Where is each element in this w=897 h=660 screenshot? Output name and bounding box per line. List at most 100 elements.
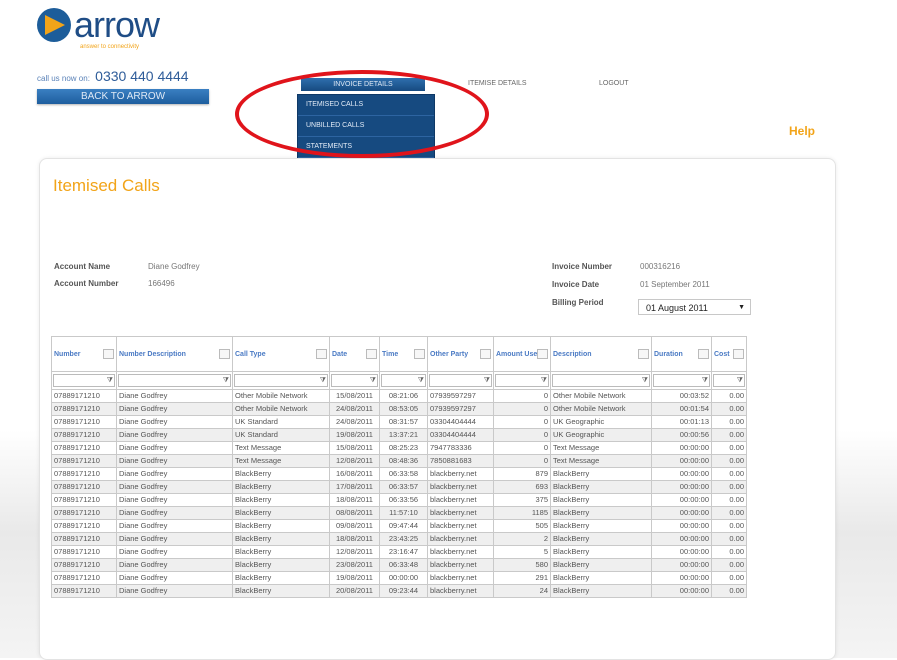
account-number-value: 166496 <box>148 279 175 288</box>
table-cell: Other Mobile Network <box>550 389 652 403</box>
table-cell: 23:16:47 <box>379 545 428 559</box>
table-cell: 00:00:00 <box>651 571 712 585</box>
table-row[interactable]: 07889171210 Diane Godfrey BlackBerry 19/08/… <box>51 571 747 585</box>
filter-icon[interactable]: ⧩ <box>702 375 708 387</box>
filter-icon[interactable]: ⧩ <box>484 375 490 387</box>
table-cell: 24/08/2011 <box>329 402 380 416</box>
table-cell: 0.00 <box>711 506 747 520</box>
column-header[interactable]: Number <box>51 336 117 372</box>
table-row[interactable]: 07889171210 Diane Godfrey BlackBerry 12/08/… <box>51 545 747 559</box>
filter-input[interactable]: ⧩ <box>429 374 492 387</box>
column-menu-icon[interactable] <box>480 349 491 359</box>
column-menu-icon[interactable] <box>414 349 425 359</box>
filter-icon[interactable]: ⧩ <box>370 375 376 387</box>
table-cell: 0.00 <box>711 480 747 494</box>
nav-itemise-details[interactable]: ITEMISE DETAILS <box>468 80 527 87</box>
table-cell: 03304404444 <box>427 415 494 429</box>
column-header[interactable]: Description <box>550 336 652 372</box>
table-row[interactable]: 07889171210 Diane Godfrey Other Mobile Net… <box>51 389 747 403</box>
column-header[interactable]: Amount Used <box>493 336 551 372</box>
table-cell: 09:23:44 <box>379 584 428 598</box>
table-cell: BlackBerry <box>550 558 652 572</box>
filter-icon[interactable]: ⧩ <box>223 375 229 387</box>
table-cell: Diane Godfrey <box>116 493 233 507</box>
column-menu-icon[interactable] <box>733 349 744 359</box>
table-cell: 24/08/2011 <box>329 415 380 429</box>
help-link[interactable]: Help <box>789 124 815 138</box>
billing-period-value: 01 August 2011 <box>646 303 708 313</box>
column-header[interactable]: Call Type <box>232 336 330 372</box>
column-header[interactable]: Duration <box>651 336 712 372</box>
table-row[interactable]: 07889171210 Diane Godfrey UK Standard 24/08… <box>51 415 747 429</box>
column-menu-icon[interactable] <box>698 349 709 359</box>
table-row[interactable]: 07889171210 Diane Godfrey Other Mobile Net… <box>51 402 747 416</box>
filter-icon[interactable]: ⧩ <box>642 375 648 387</box>
table-row[interactable]: 07889171210 Diane Godfrey BlackBerry 09/08/… <box>51 519 747 533</box>
column-header[interactable]: Other Party <box>427 336 494 372</box>
column-header-label: Amount Used <box>496 350 542 358</box>
filter-icon[interactable]: ⧩ <box>541 375 547 387</box>
table-cell: blackberry.net <box>427 558 494 572</box>
table-row[interactable]: 07889171210 Diane Godfrey BlackBerry 18/08/… <box>51 493 747 507</box>
filter-cell: ⧩ <box>51 371 117 390</box>
column-header[interactable]: Time <box>379 336 428 372</box>
filter-input[interactable]: ⧩ <box>653 374 710 387</box>
filter-icon[interactable]: ⧩ <box>320 375 326 387</box>
table-cell: Diane Godfrey <box>116 480 233 494</box>
table-cell: BlackBerry <box>550 467 652 481</box>
table-cell: 08:31:57 <box>379 415 428 429</box>
table-cell: blackberry.net <box>427 467 494 481</box>
filter-input[interactable]: ⧩ <box>118 374 231 387</box>
column-menu-icon[interactable] <box>366 349 377 359</box>
table-row[interactable]: 07889171210 Diane Godfrey BlackBerry 08/08/… <box>51 506 747 520</box>
filter-input[interactable]: ⧩ <box>495 374 549 387</box>
table-cell: 07939597297 <box>427 389 494 403</box>
column-menu-icon[interactable] <box>103 349 114 359</box>
table-cell: 06:33:56 <box>379 493 428 507</box>
arrow-logo[interactable]: arrow <box>37 7 160 43</box>
column-header[interactable]: Date <box>329 336 380 372</box>
column-menu-icon[interactable] <box>537 349 548 359</box>
table-cell: Diane Godfrey <box>116 519 233 533</box>
column-header[interactable]: Cost <box>711 336 747 372</box>
column-header[interactable]: Number Description <box>116 336 233 372</box>
table-row[interactable]: 07889171210 Diane Godfrey Text Message 15/0… <box>51 441 747 455</box>
filter-icon[interactable]: ⧩ <box>737 375 743 387</box>
table-cell: 12/08/2011 <box>329 545 380 559</box>
table-row[interactable]: 07889171210 Diane Godfrey BlackBerry 17/08/… <box>51 480 747 494</box>
billing-period-select[interactable]: 01 August 2011 ▼ <box>638 299 751 315</box>
table-row[interactable]: 07889171210 Diane Godfrey Text Message 12/0… <box>51 454 747 468</box>
table-cell: 00:00:00 <box>651 441 712 455</box>
table-cell: 06:33:58 <box>379 467 428 481</box>
column-menu-icon[interactable] <box>638 349 649 359</box>
filter-input[interactable]: ⧩ <box>552 374 650 387</box>
filter-icon[interactable]: ⧩ <box>418 375 424 387</box>
table-cell: BlackBerry <box>550 571 652 585</box>
table-cell: 291 <box>493 571 551 585</box>
table-cell: 07889171210 <box>51 467 117 481</box>
filter-input[interactable]: ⧩ <box>53 374 115 387</box>
table-row[interactable]: 07889171210 Diane Godfrey BlackBerry 16/08/… <box>51 467 747 481</box>
table-row[interactable]: 07889171210 Diane Godfrey BlackBerry 20/08/… <box>51 584 747 598</box>
nav-logout[interactable]: LOGOUT <box>599 80 629 87</box>
column-header-label: Duration <box>654 350 683 358</box>
filter-input[interactable]: ⧩ <box>234 374 328 387</box>
table-cell: 7947783336 <box>427 441 494 455</box>
filter-icon[interactable]: ⧩ <box>107 375 113 387</box>
page-title: Itemised Calls <box>53 176 160 195</box>
filter-input[interactable]: ⧩ <box>713 374 745 387</box>
column-menu-icon[interactable] <box>316 349 327 359</box>
column-menu-icon[interactable] <box>219 349 230 359</box>
table-cell: 17/08/2011 <box>329 480 380 494</box>
filter-input[interactable]: ⧩ <box>331 374 378 387</box>
back-to-arrow-button[interactable]: BACK TO ARROW <box>37 89 209 104</box>
table-cell: Diane Godfrey <box>116 389 233 403</box>
filter-input[interactable]: ⧩ <box>381 374 426 387</box>
table-cell: 0 <box>493 428 551 442</box>
table-cell: 00:00:56 <box>651 428 712 442</box>
table-row[interactable]: 07889171210 Diane Godfrey BlackBerry 18/08/… <box>51 532 747 546</box>
table-row[interactable]: 07889171210 Diane Godfrey UK Standard 19/08… <box>51 428 747 442</box>
table-row[interactable]: 07889171210 Diane Godfrey BlackBerry 23/08/… <box>51 558 747 572</box>
table-cell: BlackBerry <box>550 532 652 546</box>
table-cell: UK Standard <box>232 415 330 429</box>
